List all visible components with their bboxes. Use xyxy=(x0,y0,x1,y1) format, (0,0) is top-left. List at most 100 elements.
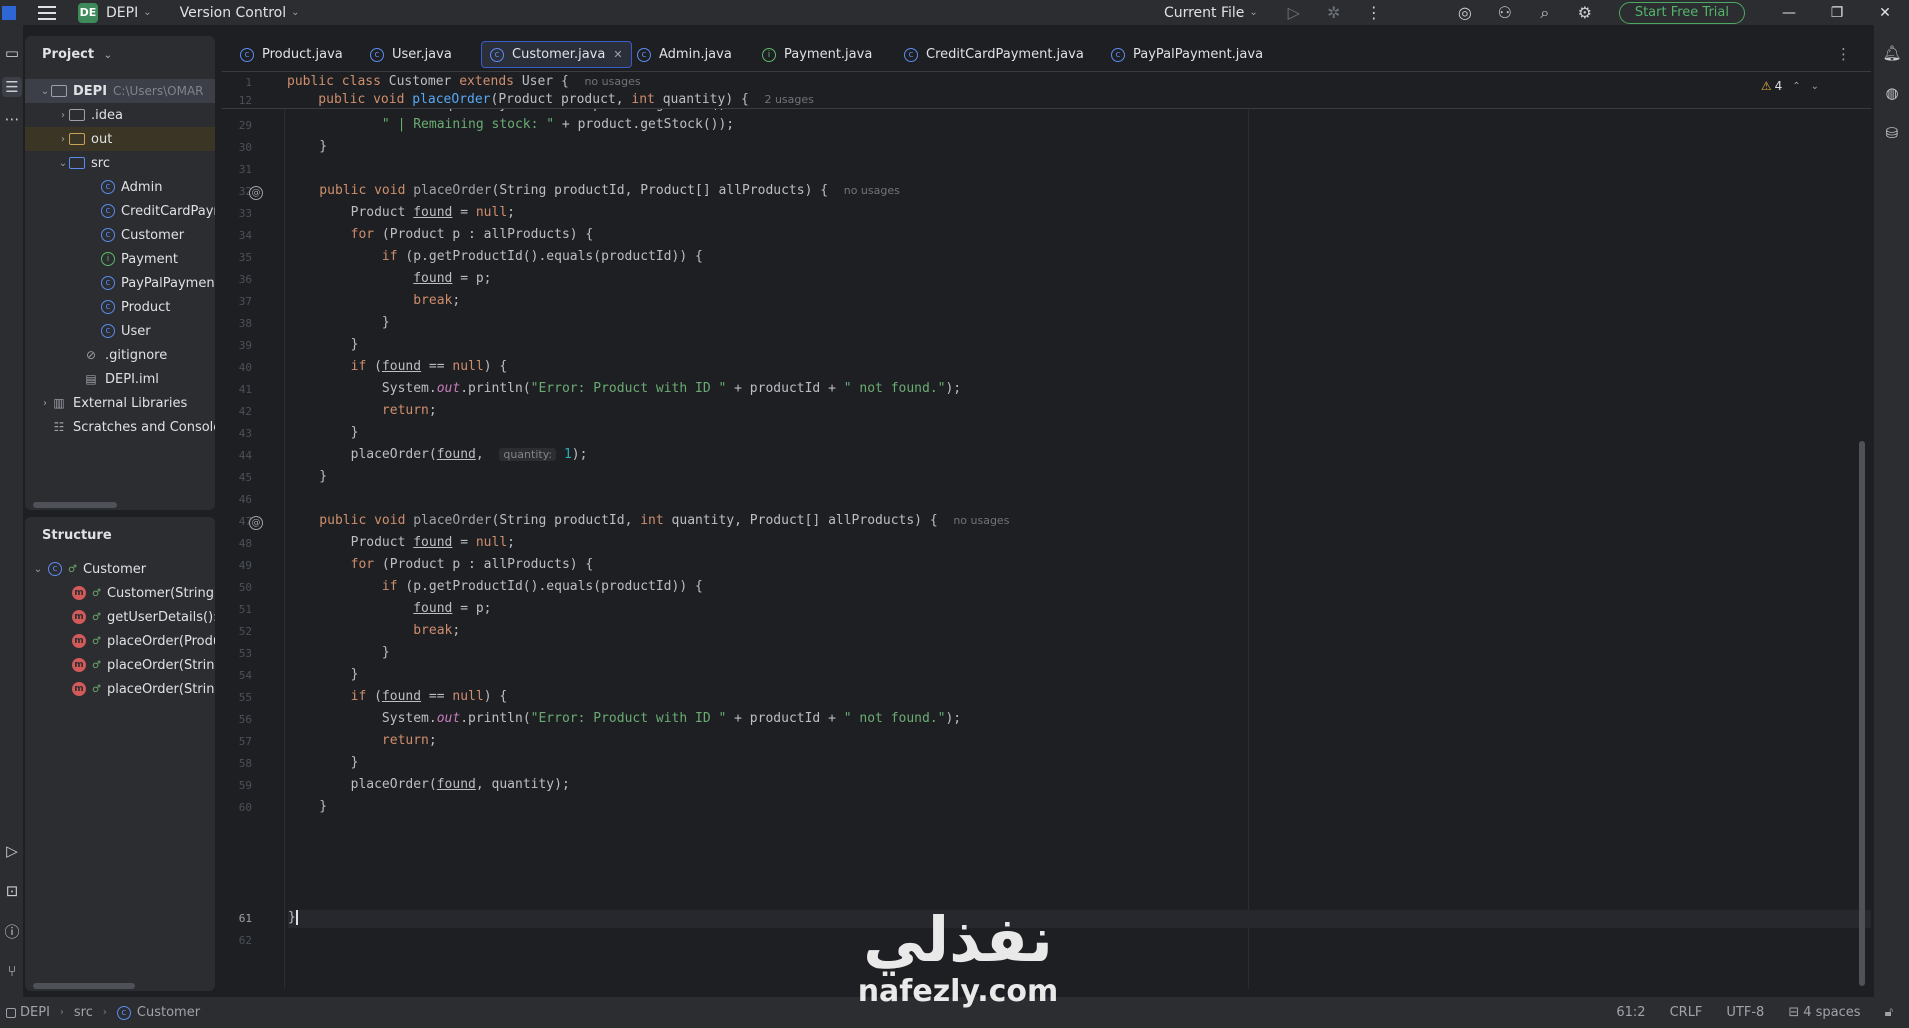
implements-marker-icon[interactable]: @ xyxy=(249,186,263,200)
code-line-33[interactable]: Product found = null; xyxy=(288,205,515,220)
code-line-45[interactable]: } xyxy=(288,469,327,484)
indent-setting[interactable]: ⊟ 4 spaces xyxy=(1788,1005,1860,1020)
code-line-39[interactable]: } xyxy=(288,337,359,352)
code-line-55[interactable]: if (found == null) { xyxy=(288,689,508,704)
line-ending[interactable]: CRLF xyxy=(1670,1005,1703,1020)
inspection-widget[interactable]: ⚠ 4 ⌃ ⌄ xyxy=(1761,79,1819,93)
chevron-down-icon[interactable]: ⌄ xyxy=(32,564,44,575)
code-with-me-icon[interactable]: ⚇ xyxy=(1494,2,1516,24)
project-panel-header[interactable]: Project ⌄ xyxy=(42,47,112,62)
code-line-47[interactable]: public void placeOrder(String productId,… xyxy=(288,513,1009,528)
tree-item-product[interactable]: c Product xyxy=(101,295,170,319)
code-line-29[interactable]: " | Remaining stock: " + product.getStoc… xyxy=(288,117,734,132)
tree-item-idea[interactable]: › .idea xyxy=(57,103,123,127)
implements-marker-icon[interactable]: @ xyxy=(249,516,263,530)
code-line-37[interactable]: break; xyxy=(288,293,460,308)
editor-vertical-scrollbar[interactable] xyxy=(1859,441,1865,986)
start-free-trial-button[interactable]: Start Free Trial xyxy=(1618,1,1745,24)
code-line-12[interactable]: public void placeOrder(Product product, … xyxy=(287,92,814,107)
structure-root-customer[interactable]: ⌄ c ♂ Customer xyxy=(32,557,146,581)
structure-member[interactable]: m ♂ Customer(String, xyxy=(72,581,215,605)
tree-item-admin[interactable]: c Admin xyxy=(101,175,162,199)
tree-item-depi-iml[interactable]: ▤ DEPI.iml xyxy=(83,367,159,391)
close-window-icon[interactable]: ✕ xyxy=(1861,0,1909,25)
tab-payment-java[interactable]: i Payment.java xyxy=(754,41,880,68)
chevron-right-icon[interactable]: › xyxy=(57,110,69,121)
code-line-44[interactable]: placeOrder(found, quantity: 1); xyxy=(288,447,588,462)
vcs-menu[interactable]: Version Control ⌄ xyxy=(180,0,300,25)
search-icon[interactable]: ⌕ xyxy=(1534,2,1556,24)
code-line-35[interactable]: if (p.getProductId().equals(productId)) … xyxy=(288,249,703,264)
structure-member[interactable]: m ♂ getUserDetails(): xyxy=(72,605,215,629)
run-config-selector[interactable]: Current File ⌄ xyxy=(1164,0,1258,25)
tab-user-java[interactable]: c User.java xyxy=(362,41,460,68)
chevron-down-icon[interactable]: ⌄ xyxy=(1811,81,1819,92)
structure-tool-icon[interactable]: ☰ xyxy=(2,77,22,97)
more-actions-icon[interactable]: ⋮ xyxy=(1363,2,1385,24)
main-menu-icon[interactable] xyxy=(38,5,56,20)
tree-item-creditcardpayment[interactable]: c CreditCardPayment xyxy=(101,199,215,223)
file-encoding[interactable]: UTF-8 xyxy=(1726,1005,1764,1020)
structure-horizontal-scrollbar[interactable] xyxy=(33,983,135,989)
code-line-51[interactable]: found = p; xyxy=(288,601,491,616)
code-line-36[interactable]: found = p; xyxy=(288,271,491,286)
structure-member[interactable]: m ♂ placeOrder(String xyxy=(72,653,215,677)
tree-item-paypalpayment[interactable]: c PayPalPayment xyxy=(101,271,215,295)
tab-product-java[interactable]: c Product.java xyxy=(232,41,351,68)
terminal-icon[interactable]: ⊡ xyxy=(2,881,22,901)
tree-item-payment[interactable]: i Payment xyxy=(101,247,178,271)
code-line-30[interactable]: } xyxy=(288,139,327,154)
code-line-54[interactable]: } xyxy=(288,667,359,682)
code-line-61[interactable]: } xyxy=(288,910,298,925)
code-line-48[interactable]: Product found = null; xyxy=(288,535,515,550)
code-line-42[interactable]: return; xyxy=(288,403,437,418)
chevron-up-icon[interactable]: ⌃ xyxy=(1792,81,1800,92)
code-line-50[interactable]: if (p.getProductId().equals(productId)) … xyxy=(288,579,703,594)
tree-item-depi[interactable]: ⌄ DEPI C:\Users\OMAR xyxy=(25,79,215,103)
code-line-43[interactable]: } xyxy=(288,425,359,440)
tab-customer-java[interactable]: c Customer.java ✕ xyxy=(481,41,632,68)
chevron-right-icon[interactable]: › xyxy=(39,398,51,409)
settings-gear-icon[interactable]: ⚙ xyxy=(1574,2,1596,24)
code-line-57[interactable]: return; xyxy=(288,733,437,748)
services-icon[interactable]: ▷ xyxy=(2,841,22,861)
code-line-56[interactable]: System.out.println("Error: Product with … xyxy=(288,711,961,726)
code-line-38[interactable]: } xyxy=(288,315,390,330)
breadcrumb-item[interactable]: src xyxy=(74,1005,93,1020)
project-folder-icon[interactable]: ▭ xyxy=(2,43,22,63)
tree-item-customer[interactable]: c Customer xyxy=(101,223,184,247)
chevron-right-icon[interactable]: › xyxy=(57,134,69,145)
tab-options-icon[interactable]: ⋮ xyxy=(1836,45,1851,63)
chevron-down-icon[interactable]: ⌄ xyxy=(39,86,51,97)
caret-position[interactable]: 61:2 xyxy=(1616,1005,1645,1020)
tab-admin-java[interactable]: c Admin.java xyxy=(629,41,740,68)
tree-item-out[interactable]: › out xyxy=(25,127,215,151)
project-switcher[interactable]: DE DEPI ⌄ xyxy=(78,0,152,25)
git-branch-icon[interactable]: ⑂ xyxy=(2,961,22,981)
debug-icon[interactable]: ✲ xyxy=(1323,2,1345,24)
project-horizontal-scrollbar[interactable] xyxy=(33,502,117,508)
code-line-52[interactable]: break; xyxy=(288,623,460,638)
chevron-down-icon[interactable]: ⌄ xyxy=(57,158,69,169)
code-line-41[interactable]: System.out.println("Error: Product with … xyxy=(288,381,961,396)
code-line-60[interactable]: } xyxy=(288,799,327,814)
notifications-bell-icon[interactable]: 🔔︎ xyxy=(1882,43,1902,63)
readonly-lock-icon[interactable]: 🔓︎ xyxy=(1885,1005,1893,1020)
structure-member[interactable]: m ♂ placeOrder(String xyxy=(72,677,215,701)
close-tab-icon[interactable]: ✕ xyxy=(613,48,622,61)
problems-icon[interactable]: ⓘ xyxy=(2,921,22,941)
code-line-49[interactable]: for (Product p : allProducts) { xyxy=(288,557,594,572)
tree-item-gitignore[interactable]: ⊘ .gitignore xyxy=(83,343,167,367)
code-line-40[interactable]: if (found == null) { xyxy=(288,359,508,374)
database-icon[interactable]: ⛁ xyxy=(1882,123,1902,143)
code-line-32[interactable]: public void placeOrder(String productId,… xyxy=(288,183,900,198)
tree-item-src[interactable]: ⌄ src xyxy=(57,151,110,175)
code-line-59[interactable]: placeOrder(found, quantity); xyxy=(288,777,570,792)
tree-item-user[interactable]: c User xyxy=(101,319,151,343)
code-line-1[interactable]: public class Customer extends User { no … xyxy=(287,74,641,89)
tree-item-external-libraries[interactable]: › ▥ External Libraries xyxy=(39,391,187,415)
code-line-53[interactable]: } xyxy=(288,645,390,660)
code-area[interactable]: 28 " → " + quantity + " × " + product.ge… xyxy=(222,97,1871,989)
more-tools-icon[interactable]: ⋯ xyxy=(2,109,22,129)
structure-member[interactable]: m ♂ placeOrder(Produ xyxy=(72,629,215,653)
